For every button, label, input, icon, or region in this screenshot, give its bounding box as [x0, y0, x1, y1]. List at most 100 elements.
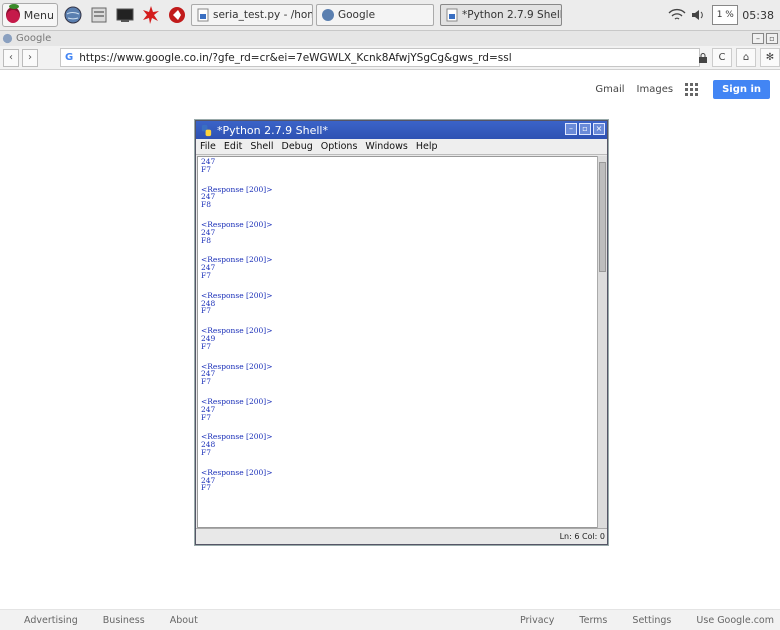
apps-grid-icon[interactable]: [685, 82, 699, 97]
task-label: Google: [338, 9, 376, 21]
reload-icon[interactable]: C: [712, 48, 732, 67]
shell-close-button[interactable]: ×: [593, 123, 605, 135]
terminal-icon[interactable]: [114, 4, 136, 26]
settings-gear-icon[interactable]: ✻: [760, 48, 780, 67]
output-line: <Response [200]>: [201, 219, 273, 229]
output-line: 247: [201, 263, 216, 273]
output-line: F8: [201, 200, 211, 210]
output-line: F7: [201, 377, 211, 387]
output-line: 247: [201, 192, 216, 202]
volume-icon[interactable]: [690, 8, 708, 22]
shell-statusbar: Ln: 6 Col: 0: [196, 528, 607, 544]
shell-titlebar[interactable]: *Python 2.7.9 Shell* – ▫ ×: [196, 121, 607, 139]
google-footer: Advertising Business About Privacy Terms…: [0, 609, 780, 630]
lock-icon: [699, 52, 707, 63]
output-line: F7: [201, 412, 211, 422]
output-line: F7: [201, 306, 211, 316]
bookmarks-icon[interactable]: ⌂: [736, 48, 756, 67]
menu-button[interactable]: Menu: [2, 3, 58, 27]
shell-minimize-button[interactable]: –: [565, 123, 577, 135]
output-line: F7: [201, 341, 211, 351]
output-line: <Response [200]>: [201, 290, 273, 300]
output-line: F7: [201, 447, 211, 457]
output-line: <Response [200]>: [201, 255, 273, 265]
output-line: <Response [200]>: [201, 184, 273, 194]
task-label: *Python 2.7.9 Shell*: [462, 9, 562, 21]
menu-help[interactable]: Help: [416, 141, 438, 152]
cursor-position: Ln: 6 Col: 0: [559, 532, 605, 541]
output-line: F7: [201, 483, 211, 493]
shell-scrollbar[interactable]: [597, 156, 607, 528]
python-file-icon: [197, 8, 209, 22]
task-python-shell[interactable]: *Python 2.7.9 Shell*: [440, 4, 562, 26]
gmail-link[interactable]: Gmail: [595, 84, 624, 95]
output-line: <Response [200]>: [201, 396, 273, 406]
footer-link-advertising[interactable]: Advertising: [24, 615, 78, 626]
file-manager-icon[interactable]: [88, 4, 110, 26]
python-shell-window: *Python 2.7.9 Shell* – ▫ × File Edit She…: [195, 120, 608, 545]
sign-in-button[interactable]: Sign in: [713, 80, 770, 99]
task-label: seria_test.py - /home/...: [213, 9, 312, 21]
footer-link-settings[interactable]: Settings: [632, 615, 671, 626]
system-tray: 1 % 05:38: [668, 3, 780, 27]
forward-button[interactable]: ›: [22, 48, 38, 67]
browser-globe-icon: [322, 9, 334, 21]
shell-menubar: File Edit Shell Debug Options Windows He…: [196, 139, 607, 155]
menu-shell[interactable]: Shell: [250, 141, 273, 152]
footer-link-privacy[interactable]: Privacy: [520, 615, 554, 626]
back-button[interactable]: ‹: [3, 48, 19, 67]
google-header: Gmail Images Sign in: [595, 80, 770, 99]
output-line: <Response [200]>: [201, 361, 273, 371]
output-line: <Response [200]>: [201, 326, 273, 336]
browser-toolbar: ‹ › G https://www.google.co.in/?gfe_rd=c…: [0, 46, 780, 70]
output-line: 247: [201, 369, 216, 379]
output-line: F7: [201, 270, 211, 280]
browser-globe-icon: [2, 33, 13, 44]
scrollbar-thumb[interactable]: [599, 162, 606, 272]
menu-edit[interactable]: Edit: [224, 141, 242, 152]
footer-link-business[interactable]: Business: [103, 615, 145, 626]
python-shell-icon: [446, 8, 458, 22]
wifi-icon[interactable]: [668, 8, 686, 22]
images-link[interactable]: Images: [637, 84, 674, 95]
url-text: https://www.google.co.in/?gfe_rd=cr&ei=7…: [79, 51, 512, 64]
output-line: F7: [201, 164, 211, 174]
wolfram-icon[interactable]: [166, 4, 188, 26]
menu-label: Menu: [23, 8, 54, 22]
shell-title: *Python 2.7.9 Shell*: [217, 123, 328, 137]
task-seria-test[interactable]: seria_test.py - /home/...: [191, 4, 313, 26]
browser-window-title: Google: [16, 33, 52, 44]
output-line: 247: [201, 227, 216, 237]
clock[interactable]: 05:38: [742, 9, 774, 22]
python-logo-icon: [201, 124, 212, 136]
output-line: F8: [201, 235, 211, 245]
maximize-button[interactable]: ▫: [766, 33, 778, 44]
output-line: 247: [201, 157, 216, 166]
output-line: 247: [201, 475, 216, 485]
web-browser-launcher-icon[interactable]: [62, 4, 84, 26]
footer-link-about[interactable]: About: [170, 615, 198, 626]
task-google[interactable]: Google: [316, 4, 434, 26]
output-line: 247: [201, 404, 216, 414]
output-line: 248: [201, 440, 216, 450]
minimize-button[interactable]: –: [752, 33, 764, 44]
address-bar[interactable]: G https://www.google.co.in/?gfe_rd=cr&ei…: [60, 48, 700, 67]
menu-options[interactable]: Options: [321, 141, 358, 152]
footer-link-use-google-com[interactable]: Use Google.com: [696, 615, 774, 626]
menu-file[interactable]: File: [200, 141, 216, 152]
footer-link-terms[interactable]: Terms: [579, 615, 607, 626]
mathematica-icon[interactable]: [140, 4, 162, 26]
output-line: <Response [200]>: [201, 432, 273, 442]
taskbar: Menu seria_test.py - /home/... Google *P…: [0, 0, 780, 31]
shell-output-area[interactable]: 247 F7 <Response [200]> 247 F8 <Response [200…: [197, 156, 598, 528]
raspberry-pi-icon: [6, 4, 20, 23]
google-favicon-icon: G: [65, 52, 74, 63]
shell-maximize-button[interactable]: ▫: [579, 123, 591, 135]
menu-debug[interactable]: Debug: [282, 141, 313, 152]
output-line: <Response [200]>: [201, 467, 273, 477]
menu-windows[interactable]: Windows: [365, 141, 407, 152]
